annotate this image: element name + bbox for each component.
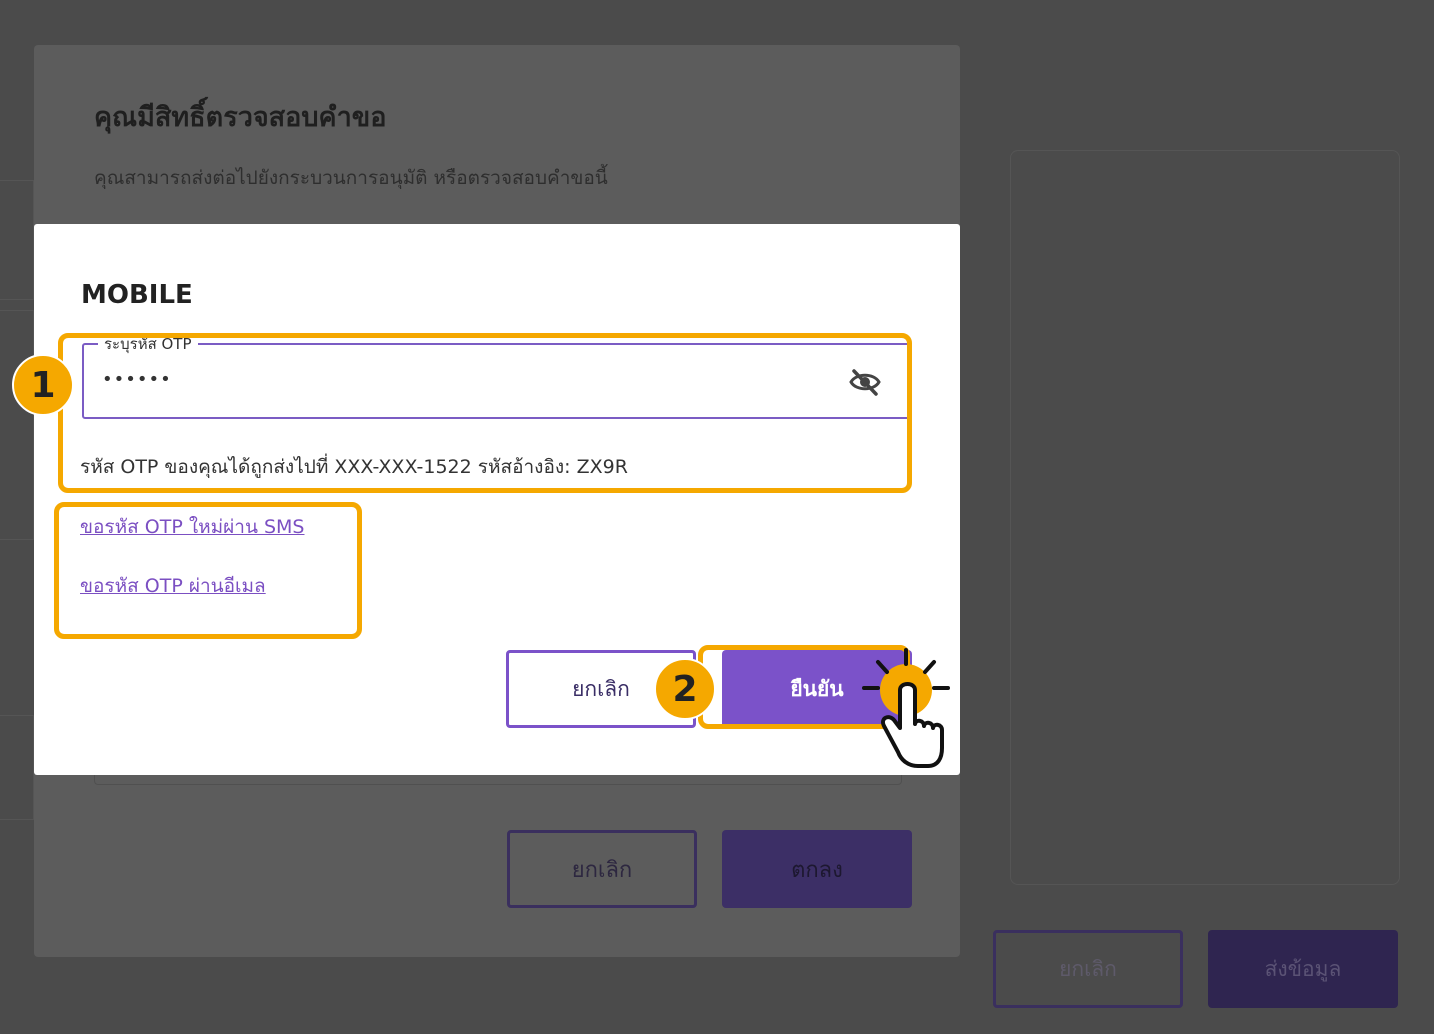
background-cancel-button: ยกเลิก [993, 930, 1183, 1008]
background-field-fragment [0, 310, 34, 540]
background-panel [1010, 150, 1400, 885]
review-dialog-subtitle: คุณสามารถส่งต่อไปยังกระบวนการอนุมัติ หรื… [94, 167, 608, 189]
background-field-fragment [0, 180, 34, 300]
otp-dialog-title: MOBILE [81, 280, 193, 310]
highlight-resend-links [54, 502, 362, 639]
review-cancel-button: ยกเลิก [507, 830, 697, 908]
background-submit-button: ส่งข้อมูล [1208, 930, 1398, 1008]
background-field-fragment [0, 715, 34, 820]
step-2-badge: 2 [654, 658, 716, 720]
click-pointer-icon [858, 642, 954, 776]
step-1-badge: 1 [12, 354, 74, 416]
highlight-otp-section [58, 333, 912, 493]
review-dialog-title: คุณมีสิทธิ์ตรวจสอบคำขอ [94, 102, 387, 133]
review-ok-button: ตกลง [722, 830, 912, 908]
